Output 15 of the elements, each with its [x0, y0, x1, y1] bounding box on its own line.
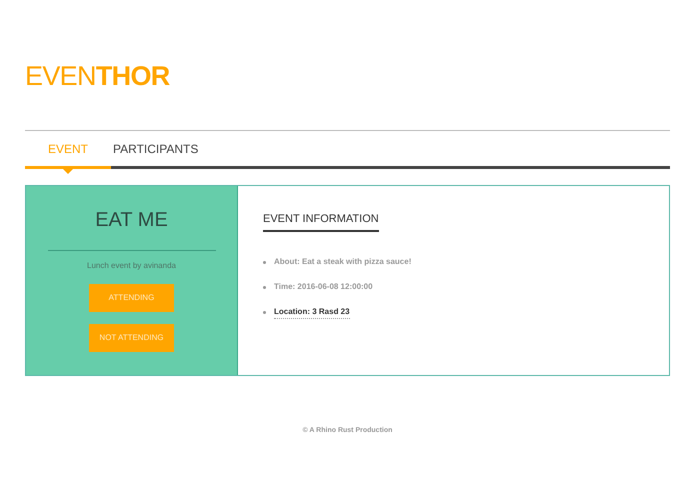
pointer-icon [63, 169, 73, 174]
event-title: EAT ME [95, 208, 168, 233]
event-host: Lunch event by avinanda [87, 260, 176, 272]
location-link[interactable]: Location: 3 Rasd 23 [274, 306, 350, 318]
tab[interactable]: EVENT [25, 131, 112, 169]
bullet-icon [263, 286, 266, 288]
bullet-icon [263, 310, 266, 314]
info-text: Time: 2016-06-08 12:00:00 [274, 281, 373, 293]
attendance-button[interactable]: ATTENDING [89, 284, 174, 312]
site-logo[interactable]: EVENTHOR [25, 60, 670, 92]
tab[interactable]: PARTICIPANTS [111, 131, 200, 169]
attendance-button[interactable]: NOT ATTENDING [89, 324, 174, 352]
info-text: About: Eat a steak with pizza sauce! [274, 256, 412, 268]
section-heading: EVENT INFORMATION [263, 211, 379, 232]
bullet-icon [263, 260, 266, 264]
